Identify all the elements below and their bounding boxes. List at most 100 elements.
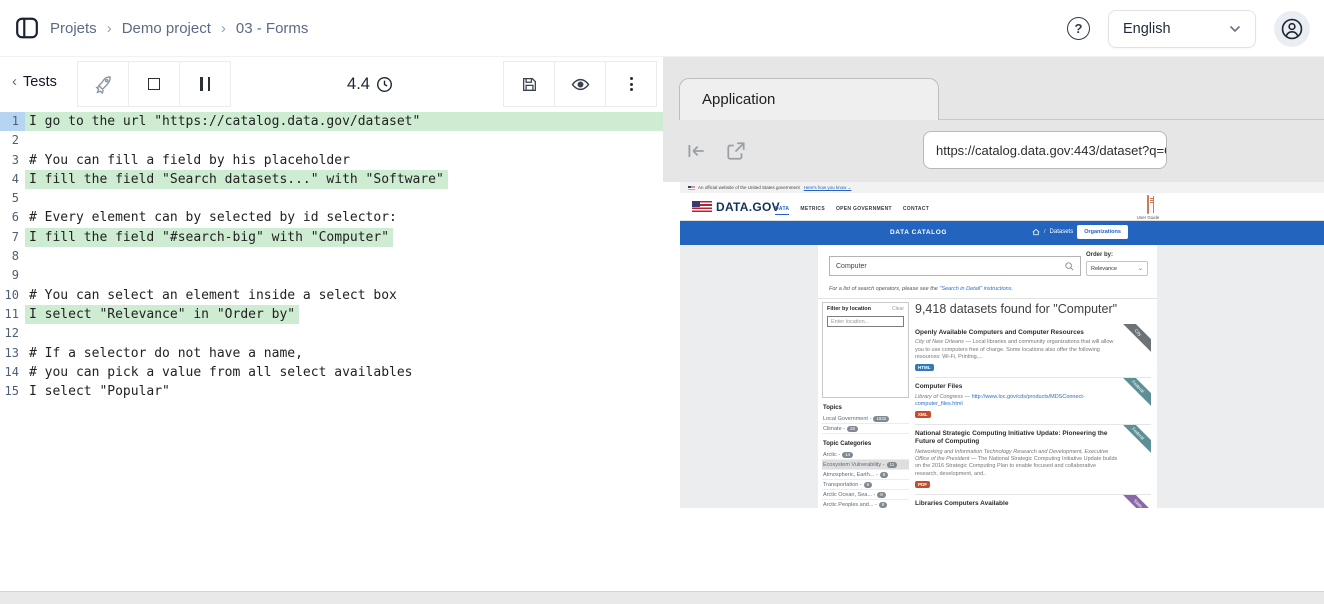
line-number: 10	[4, 287, 19, 302]
dataset-title-link[interactable]: Computer Files	[915, 383, 1115, 391]
topic-filter[interactable]: Climate - 28	[822, 424, 909, 434]
bottom-scrollbar-track[interactable]	[0, 591, 1324, 604]
order-by-select[interactable]: Relevance ⌄	[1086, 261, 1148, 276]
dataset-title-link[interactable]: Openly Available Computers and Computer …	[915, 329, 1115, 337]
format-badge[interactable]: PDF	[915, 481, 930, 489]
line-number: 4	[11, 171, 19, 186]
editor-line[interactable]: 2	[0, 131, 663, 150]
category-filter[interactable]: Arctic - 14	[822, 450, 909, 460]
chevron-left-icon: ‹	[12, 73, 17, 90]
datagov-logo[interactable]: DATA.GOV	[716, 200, 780, 214]
format-badge[interactable]: HTML	[915, 364, 934, 372]
editor-line[interactable]: 3 # You can fill a field by his placehold…	[0, 151, 663, 170]
stop-test-button[interactable]	[128, 61, 180, 107]
sidebar-toggle-button[interactable]	[14, 15, 40, 41]
category-filter[interactable]: Atmospheric, Earth... - 8	[822, 470, 909, 480]
filter-location-title: Filter by location	[827, 306, 872, 312]
line-number: 13	[4, 345, 19, 360]
organizations-button[interactable]: Organizations	[1077, 225, 1128, 239]
chevron-down-icon: ⌄	[1137, 266, 1143, 272]
breadcrumb-separator: ›	[106, 19, 112, 37]
code-editor[interactable]: 1I go to the url "https://catalog.data.g…	[0, 112, 663, 604]
arrow-back-icon	[688, 144, 704, 158]
code-text: # you can pick a value from all select a…	[29, 364, 413, 380]
search-value: Computer	[836, 262, 867, 270]
clear-filter-link[interactable]: Clear	[892, 306, 904, 312]
count-badge: 9	[863, 481, 873, 488]
dataset-description: Networking and Information Technology Re…	[915, 449, 1120, 479]
kebab-icon	[629, 77, 633, 91]
editor-line[interactable]: 7 I fill the field "#search-big" with "Co…	[0, 227, 663, 248]
breadcrumb-item-demo-project[interactable]: Demo project	[122, 20, 211, 37]
search-operators-note: For a list of search operators, please s…	[829, 286, 1013, 292]
open-external-button[interactable]	[725, 140, 747, 162]
dataset-result: Libraries Computers Available State of H…	[915, 495, 1151, 508]
user-guide-button[interactable]: User Guide	[1132, 195, 1164, 220]
count-badge: 8	[879, 471, 889, 478]
user-avatar-button[interactable]	[1274, 10, 1310, 47]
more-options-button[interactable]	[605, 61, 657, 107]
help-button[interactable]: ?	[1067, 17, 1090, 40]
line-number: 7	[11, 229, 19, 244]
order-by-value: Relevance	[1091, 265, 1117, 272]
topic-filter[interactable]: Local Government - 1832	[822, 414, 909, 424]
dataset-search-input[interactable]: Computer	[829, 256, 1081, 276]
filters-sidebar: Filter by location Clear Enter location.…	[822, 302, 909, 508]
filter-by-location-box: Filter by location Clear Enter location.…	[822, 302, 909, 398]
editor-line[interactable]: 8	[0, 247, 663, 266]
nav-open-government[interactable]: OPEN GOVERNMENT	[836, 206, 892, 215]
official-banner: An official website of the United States…	[680, 182, 1324, 193]
nav-contact[interactable]: CONTACT	[903, 206, 929, 215]
language-select[interactable]: English	[1108, 9, 1256, 48]
line-number: 12	[4, 326, 19, 341]
editor-line[interactable]: 10 # You can select an element inside a s…	[0, 286, 663, 305]
dataset-title-link[interactable]: Libraries Computers Available	[915, 500, 1115, 508]
editor-line[interactable]: 1I go to the url "https://catalog.data.g…	[0, 112, 663, 132]
category-label: Arctic Ocean, Sea... -	[823, 491, 876, 498]
editor-line[interactable]: 13 # If a selector do not have a name,	[0, 344, 663, 363]
category-filter[interactable]: Arctic Ocean, Sea... - 8	[822, 490, 909, 500]
editor-line[interactable]: 5	[0, 189, 663, 208]
editor-line[interactable]: 11 I select "Relevance" in "Order by"	[0, 304, 663, 325]
category-filter[interactable]: Transportation - 9	[822, 480, 909, 490]
editor-line[interactable]: 15 I select "Popular"	[0, 382, 663, 401]
category-label: Ecosystem Vulnerability -	[823, 461, 885, 468]
datasets-link[interactable]: Datasets	[1050, 229, 1074, 235]
search-detail-link[interactable]: "Search in Detail" instructions	[939, 286, 1011, 292]
save-button[interactable]	[503, 61, 555, 107]
pause-test-button[interactable]	[179, 61, 231, 107]
format-badge[interactable]: XML	[915, 411, 931, 419]
editor-line[interactable]: 6 # Every element can by selected by id s…	[0, 208, 663, 227]
us-flag-icon	[692, 201, 712, 212]
navigate-back-button[interactable]	[685, 140, 707, 162]
editor-line[interactable]: 14 # you can pick a value from all select…	[0, 363, 663, 382]
nav-data[interactable]: DATA	[775, 206, 790, 215]
application-viewport[interactable]: An official website of the United States…	[680, 182, 1324, 508]
nav-metrics[interactable]: METRICS	[800, 206, 825, 215]
home-icon[interactable]	[1032, 228, 1040, 236]
editor-line[interactable]: 9	[0, 266, 663, 285]
category-filter[interactable]: Ecosystem Vulnerability - 11	[822, 460, 909, 470]
run-test-button[interactable]	[77, 61, 129, 107]
code-text: I fill the field "#search-big" with "Com…	[25, 227, 394, 248]
editor-line[interactable]: 4 I fill the field "Search datasets..." w…	[0, 169, 663, 190]
url-field[interactable]: https://catalog.data.gov:443/dataset?q=C…	[923, 131, 1167, 169]
line-number: 8	[11, 249, 19, 264]
data-catalog-title: DATA CATALOG	[890, 229, 948, 236]
preview-button[interactable]	[554, 61, 606, 107]
dataset-title-link[interactable]: National Strategic Computing Initiative …	[915, 430, 1115, 446]
location-input[interactable]: Enter location...	[827, 316, 904, 327]
language-select-value: English	[1123, 20, 1171, 37]
tab-application[interactable]: Application	[679, 78, 939, 120]
back-to-tests-link[interactable]: ‹ Tests	[12, 73, 57, 90]
dataset-org: Library of Congress	[915, 393, 963, 400]
source-ribbon: Federal	[1116, 425, 1151, 456]
breadcrumb-item-projects[interactable]: Projets	[50, 20, 97, 37]
banner-how-link[interactable]: Here's how you know ⌄	[804, 185, 852, 191]
category-filter[interactable]: Arctic Peoples and... - 8	[822, 500, 909, 508]
breadcrumb-item-forms[interactable]: 03 - Forms	[236, 20, 309, 37]
editor-line[interactable]: 12	[0, 324, 663, 343]
